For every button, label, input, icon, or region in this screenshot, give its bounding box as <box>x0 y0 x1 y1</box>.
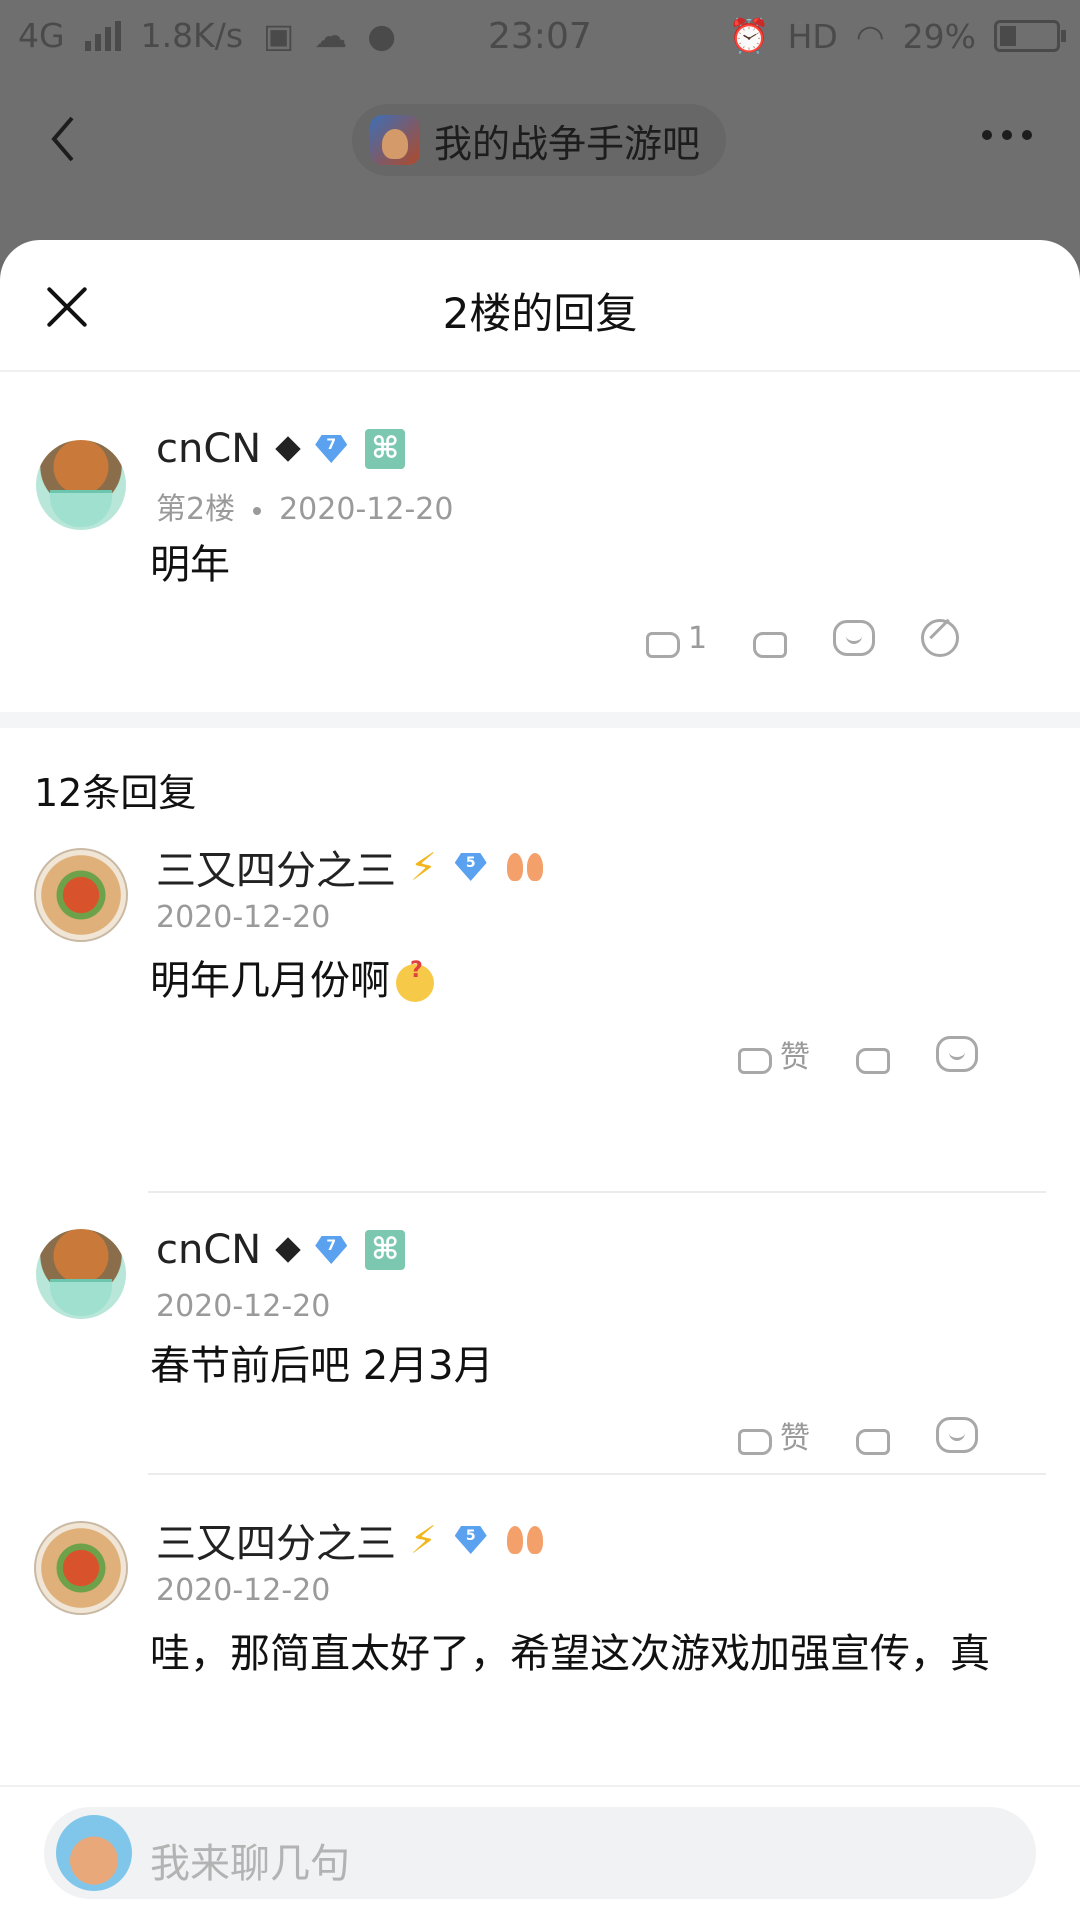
badge-icon: ⌘ <box>365 429 406 469</box>
reply-count: 12条回复 <box>34 771 197 815</box>
comment-placeholder: 我来聊几句 <box>150 1841 350 1887</box>
like-count: 1 <box>688 620 708 656</box>
reply-actions: 赞 <box>738 1413 978 1457</box>
reply-content: 哇，那简直太好了，希望这次游戏加强宣传，真 <box>150 1631 990 1677</box>
user-row: 三又四分之三 ⚡ 5 <box>156 838 545 896</box>
floor-label: 第2楼 <box>156 492 236 527</box>
top-nav: 我的战争手游吧 <box>0 96 1080 186</box>
battery-icon <box>994 20 1066 52</box>
network-speed: 1.8K/s <box>140 16 244 55</box>
status-bar: 4G 1.8K/s ▣ ☁ ● 23:07 ⏰ HD ◠ 29% <box>0 0 1080 76</box>
thumb-down-icon <box>856 1048 890 1074</box>
diamond-icon <box>275 436 301 462</box>
dislike-button[interactable] <box>856 1034 890 1074</box>
cloud-icon: ☁ <box>314 16 348 55</box>
share-icon <box>921 619 960 657</box>
like-button[interactable]: 1 <box>646 618 707 658</box>
reply-date: 2020-12-20 <box>156 1573 331 1608</box>
reply-content: 明年几月份啊 <box>150 948 434 1006</box>
like-button[interactable]: 赞 <box>738 1032 810 1076</box>
comment-icon <box>833 620 876 656</box>
message-icon: ● <box>367 16 396 55</box>
section-divider <box>0 712 1080 728</box>
avatar[interactable] <box>34 848 128 942</box>
signal-icon <box>84 20 121 51</box>
lungs-icon <box>505 847 545 887</box>
avatar <box>56 1815 132 1891</box>
forum-title-pill[interactable]: 我的战争手游吧 <box>352 104 727 176</box>
reply-actions: 赞 <box>738 1032 978 1076</box>
post-content: 明年 <box>150 542 230 588</box>
reply-date: 2020-12-20 <box>156 900 331 935</box>
lungs-icon <box>505 1520 545 1560</box>
comment-input-bar: 我来聊几句 <box>0 1785 1080 1922</box>
wifi-icon: ◠ <box>855 16 885 56</box>
lightning-icon: ⚡ <box>410 1518 437 1562</box>
thumb-down-icon <box>856 1429 890 1455</box>
comment-button[interactable] <box>936 1417 978 1453</box>
more-icon[interactable] <box>982 130 1032 140</box>
thumb-up-icon <box>738 1429 772 1455</box>
reply-date: 2020-12-20 <box>156 1289 331 1324</box>
image-icon: ▣ <box>263 16 295 55</box>
share-button[interactable] <box>921 619 960 657</box>
comment-button[interactable] <box>936 1036 978 1072</box>
list-item: 三又四分之三 ⚡ 5 2020-12-20 哇，那简直太好了，希望这次游戏加强宣… <box>0 1475 1080 1695</box>
forum-title: 我的战争手游吧 <box>434 121 701 166</box>
diamond-icon <box>275 1237 301 1263</box>
level-gem-icon: 7 <box>311 1232 351 1268</box>
floor-post: cnCN 7 ⌘ 第2楼 2020-12-20 明年 1 <box>0 372 1080 712</box>
level-gem-icon: 5 <box>451 1522 491 1558</box>
post-date: 2020-12-20 <box>279 492 454 527</box>
battery-percent: 29% <box>902 16 976 56</box>
username[interactable]: cnCN <box>156 426 261 472</box>
username[interactable]: 三又四分之三 <box>156 1511 396 1569</box>
avatar[interactable] <box>34 1521 128 1615</box>
comment-icon <box>936 1036 978 1072</box>
comment-input[interactable]: 我来聊几句 <box>44 1807 1036 1899</box>
level-gem-icon: 5 <box>451 849 491 885</box>
post-actions: 1 <box>646 618 960 658</box>
user-row: cnCN 7 ⌘ <box>156 426 406 472</box>
sheet-header: 2楼的回复 <box>0 240 1080 372</box>
like-button[interactable]: 赞 <box>738 1413 810 1457</box>
level-gem-icon: 7 <box>311 431 351 467</box>
user-row: 三又四分之三 ⚡ 5 <box>156 1511 545 1569</box>
alarm-icon: ⏰ <box>728 16 770 55</box>
back-icon[interactable] <box>48 114 78 164</box>
hd-label: HD <box>787 16 838 56</box>
sheet-title: 2楼的回复 <box>442 289 638 338</box>
clock: 23:07 <box>488 16 592 57</box>
thinking-emoji-icon <box>396 958 434 1002</box>
avatar[interactable] <box>36 1229 126 1319</box>
thumb-down-icon <box>753 632 788 658</box>
dislike-button[interactable] <box>753 618 788 658</box>
user-row: cnCN 7 ⌘ <box>156 1227 406 1273</box>
reply-content: 春节前后吧 2月3月 <box>150 1343 494 1389</box>
post-meta: 第2楼 2020-12-20 <box>156 484 453 528</box>
username[interactable]: 三又四分之三 <box>156 838 396 896</box>
username[interactable]: cnCN <box>156 1227 261 1273</box>
list-item: 三又四分之三 ⚡ 5 2020-12-20 明年几月份啊 赞 <box>0 845 1080 1193</box>
badge-icon: ⌘ <box>365 1230 406 1270</box>
game-avatar <box>370 115 420 165</box>
avatar[interactable] <box>36 440 126 530</box>
dislike-button[interactable] <box>856 1415 890 1455</box>
reply-sheet: 2楼的回复 cnCN 7 ⌘ 第2楼 2020-12-20 明年 1 12条回复 … <box>0 240 1080 1920</box>
thumb-up-icon <box>646 632 680 658</box>
comment-icon <box>936 1417 978 1453</box>
thumb-up-icon <box>738 1048 772 1074</box>
network-label: 4G <box>18 16 65 55</box>
comment-button[interactable] <box>833 620 876 656</box>
reply-count-header: 12条回复 <box>0 728 1080 848</box>
lightning-icon: ⚡ <box>410 845 437 889</box>
list-item: cnCN 7 ⌘ 2020-12-20 春节前后吧 2月3月 赞 <box>0 1193 1080 1475</box>
